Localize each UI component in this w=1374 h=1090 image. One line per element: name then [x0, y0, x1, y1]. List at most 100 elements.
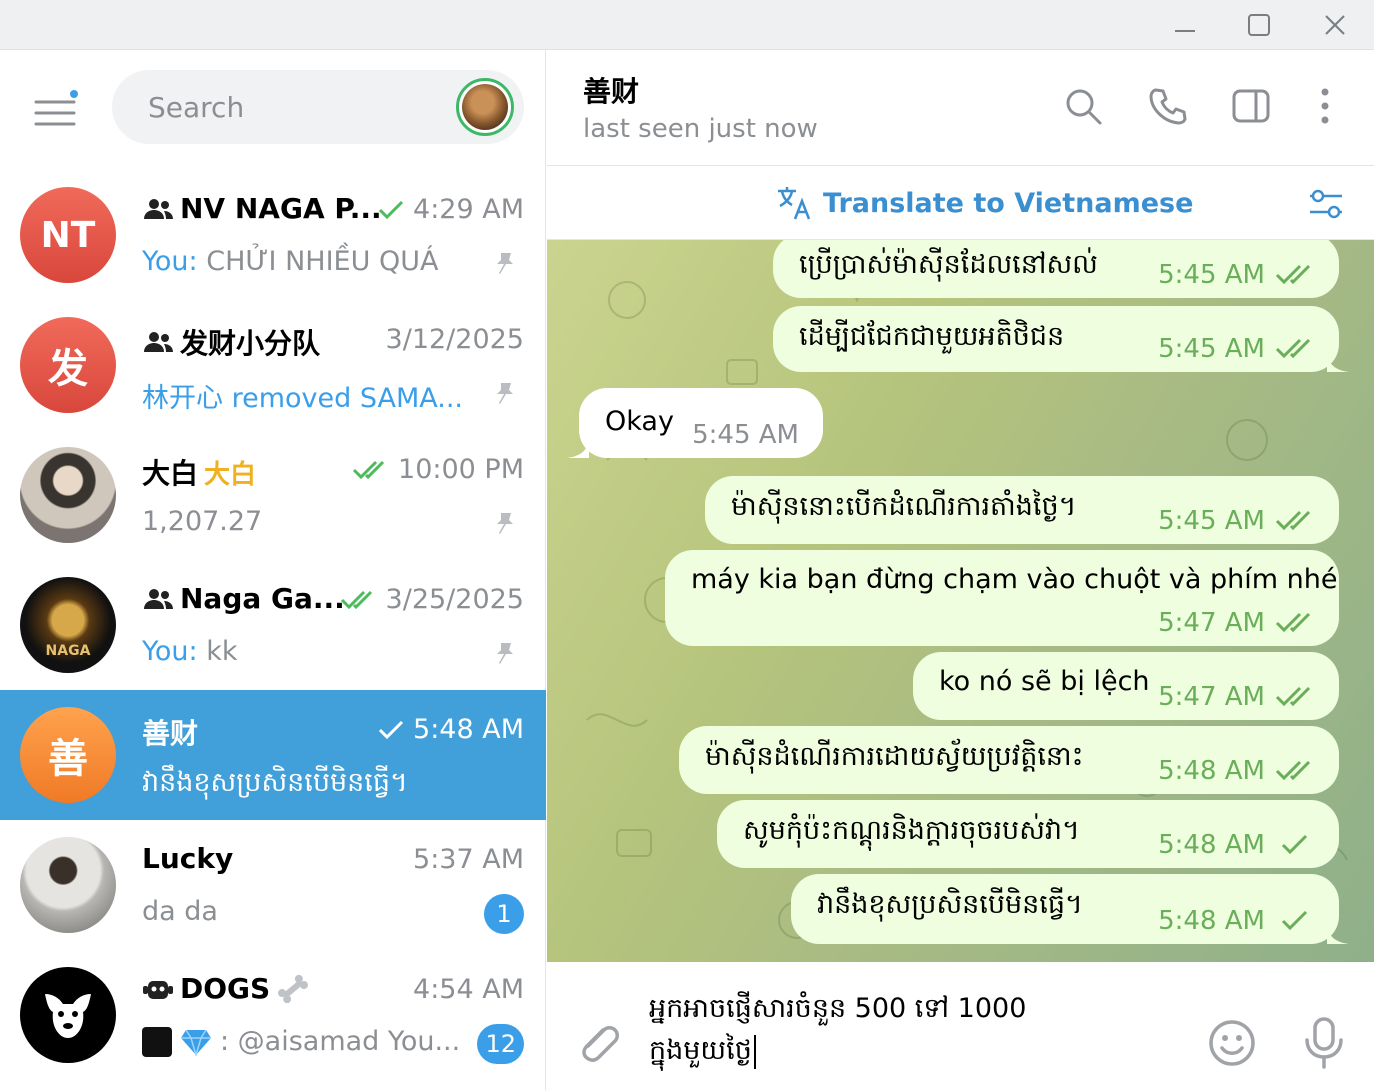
double-check-icon: [1275, 264, 1311, 285]
chat-item[interactable]: DOGS 4:54 AM : @aisamad You... 12: [0, 950, 546, 1080]
message-text: ដើម្បីជជែកជាមួយអតិថិជន: [799, 321, 1065, 352]
chat-name-text: 善财: [142, 717, 199, 750]
double-check-icon: [1275, 338, 1311, 359]
check-icon: [1281, 910, 1308, 931]
more-options-button[interactable]: [1303, 84, 1347, 128]
chat-item-active[interactable]: 善 善财 5:48 AM វានឹងខុសប្រសិនបើមិនធ្វើ។: [0, 690, 546, 820]
message-text: Okay: [605, 406, 674, 437]
sender-avatar-icon: [142, 1026, 172, 1057]
message-bubble[interactable]: ko nó sẽ bị lệch 5:47 AM: [913, 652, 1339, 720]
chat-item[interactable]: 大白 大白 10:00 PM 1,207.27: [0, 430, 546, 560]
search-icon: [1066, 89, 1102, 125]
translate-icon: [778, 187, 811, 220]
peer-name: 善财: [583, 75, 640, 108]
message-meta: 5:45 AM: [692, 420, 799, 450]
message-input[interactable]: អ្នកអាចផ្ញើសារចំនួន 500 ទៅ 1000 ក្នុងមួយ…: [649, 988, 1169, 1072]
close-button[interactable]: [1298, 0, 1372, 50]
chat-time-text: 3/25/2025: [385, 584, 524, 615]
chat-preview-text: 1,207.27: [142, 506, 263, 537]
maximize-button[interactable]: [1222, 0, 1296, 50]
double-check-icon: [1275, 612, 1311, 633]
microphone-icon[interactable]: [1301, 1016, 1347, 1070]
message-time: 5:47 AM: [1158, 682, 1265, 712]
bot-icon: [143, 980, 173, 999]
chat-time-text: 4:54 AM: [413, 974, 524, 1005]
message-bubble[interactable]: វានឹងខុសប្រសិនបើមិនធ្វើ។ 5:48 AM: [791, 874, 1349, 944]
chat-time: 10:00 PM: [352, 454, 524, 485]
message-text: វានឹងខុសប្រសិនបើមិនធ្វើ។: [817, 889, 1083, 920]
avatar: [20, 837, 116, 933]
chat-time: 5:48 AM: [377, 714, 524, 745]
message-text: máy kia bạn đừng chạm vào chuột và phím …: [691, 564, 1338, 595]
chat-item[interactable]: Lucky 5:37 AM da da 1: [0, 820, 546, 950]
chat-preview: 林开心 removed SAMA...: [142, 376, 463, 415]
call-button[interactable]: [1145, 84, 1189, 128]
paperclip-icon[interactable]: [573, 1018, 621, 1066]
chat-preview: វានឹងខុសប្រសិនបើមិនធ្វើ។: [142, 766, 408, 805]
notification-dot: [68, 88, 80, 100]
chat-header[interactable]: 善财 last seen just now: [547, 50, 1374, 166]
translate-bar: Translate to Vietnamese: [547, 166, 1374, 240]
search-button[interactable]: [1061, 84, 1105, 128]
chat-time: 5:37 AM: [413, 844, 524, 875]
message-meta: 5:48 AM: [1158, 830, 1315, 860]
sidebar: NT NV NAGA P... 4:29 AM You: CHỬI NHIỀU …: [0, 50, 546, 1090]
message-text: ប្រើប្រាស់ម៉ាស៊ីនដែលនៅសល់: [799, 249, 1098, 280]
message-bubble[interactable]: ម៉ាស៊ីននោះបើកដំណើរការតាំងថ្ងៃ។ 5:45 AM: [705, 476, 1339, 544]
chat-item[interactable]: NAGA Naga Ga... 3/25/2025 You: kk: [0, 560, 546, 690]
avatar: 善: [20, 707, 116, 803]
main-menu-button[interactable]: [32, 88, 84, 128]
emoji-icon[interactable]: [1207, 1018, 1257, 1068]
message-meta: 5:45 AM: [1158, 260, 1315, 290]
message-bubble[interactable]: ដើម្បីជជែកជាមួយអតិថិជន 5:45 AM: [773, 306, 1349, 372]
chat-preview-text: da da: [142, 896, 218, 927]
message-meta: 5:47 AM: [1158, 608, 1315, 638]
message-text: ko nó sẽ bị lệch: [939, 666, 1150, 697]
chat-time: 3/12/2025: [386, 324, 524, 355]
message-time: 5:45 AM: [692, 420, 799, 450]
chat-time-text: 5:37 AM: [413, 844, 524, 875]
minimize-button[interactable]: [1148, 0, 1222, 50]
chat-name: DOGS: [142, 972, 310, 1005]
translate-settings-icon[interactable]: [1306, 184, 1346, 224]
chat-name: 发财小分队: [142, 322, 320, 362]
sidebar-toggle-button[interactable]: [1229, 84, 1273, 128]
chat-item[interactable]: 发 发财小分队 3/12/2025 林开心 removed SAMA...: [0, 300, 546, 430]
double-check-icon: [1275, 760, 1311, 781]
message-bubble[interactable]: ម៉ាស៊ីនដំណើរការដោយស្វ័យប្រវត្តិនោះ 5:48 …: [679, 726, 1339, 794]
chat-time: 3/25/2025: [340, 584, 524, 615]
search-input[interactable]: [148, 70, 448, 144]
message-input-line: ក្នុងមួយថ្ងៃ: [649, 1035, 752, 1066]
avatar: [20, 967, 116, 1063]
group-icon: [144, 588, 173, 609]
double-check-icon: [352, 460, 385, 479]
name-emoji: 大白: [204, 459, 257, 490]
message-time: 5:48 AM: [1158, 756, 1265, 786]
message-time: 5:47 AM: [1158, 608, 1265, 638]
message-text: ម៉ាស៊ីនដំណើរការដោយស្វ័យប្រវត្តិនោះ: [705, 741, 1084, 772]
message-bubble[interactable]: máy kia bạn đừng chạm vào chuột và phím …: [665, 550, 1339, 646]
message-bubble[interactable]: ប្រើប្រាស់ម៉ាស៊ីនដែលនៅសល់ 5:45 AM: [773, 240, 1339, 298]
avatar: [20, 447, 116, 543]
bubble-tail: [1327, 922, 1349, 944]
my-story-avatar[interactable]: [456, 78, 514, 136]
chat-preview: You: CHỬI NHIỀU QUÁ: [142, 246, 438, 277]
chat-name-text: 发财小分队: [180, 327, 321, 360]
window-titlebar: [0, 0, 1374, 50]
text-cursor: [753, 1034, 756, 1069]
pin-icon: [497, 383, 513, 404]
chat-preview: da da: [142, 896, 218, 927]
message-area[interactable]: ប្រើប្រាស់ម៉ាស៊ីនដែលនៅសល់ 5:45 AM ដើម្បី…: [547, 240, 1374, 962]
unread-badge: 1: [484, 894, 524, 934]
chat-name: 善财: [142, 712, 198, 752]
chat-name-text: Lucky: [142, 842, 234, 875]
chat-item[interactable]: NT NV NAGA P... 4:29 AM You: CHỬI NHIỀU …: [0, 170, 546, 300]
avatar: 发: [20, 317, 116, 413]
chat-name-text: DOGS: [180, 972, 271, 1005]
message-bubble[interactable]: សូមកុំប៉ះកណ្ដុរនិងក្ដារចុចរបស់វា។ 5:48 A…: [717, 800, 1339, 868]
translate-button[interactable]: Translate to Vietnamese: [775, 180, 1193, 226]
message-meta: 5:48 AM: [1158, 756, 1315, 786]
check-icon: [378, 720, 404, 739]
pin-icon: [497, 253, 513, 274]
message-bubble[interactable]: Okay 5:45 AM: [567, 388, 823, 458]
